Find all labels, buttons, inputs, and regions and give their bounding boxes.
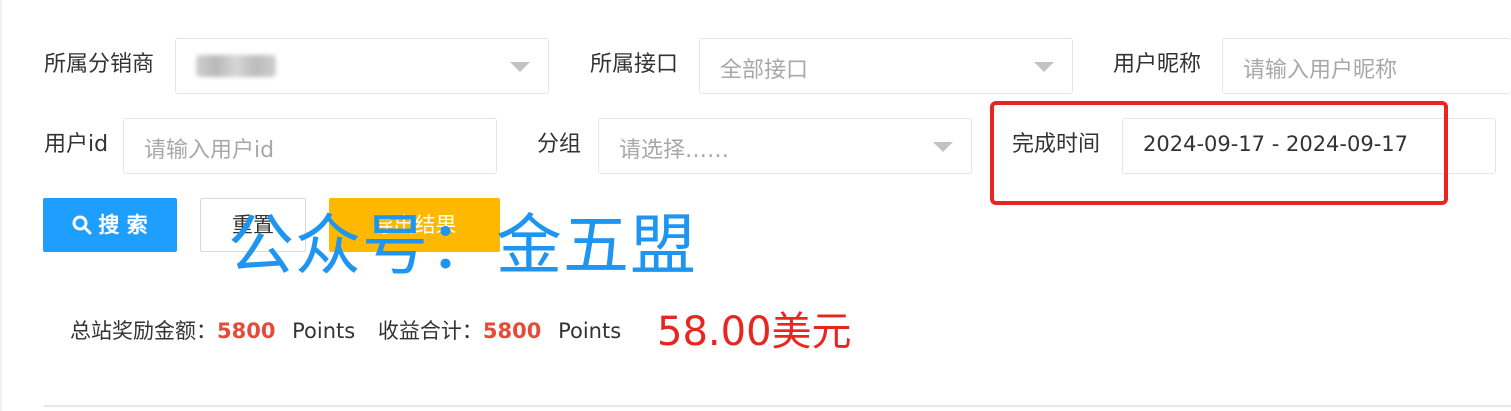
income-value: 5800 xyxy=(482,319,542,343)
nickname-placeholder: 请输入用户昵称 xyxy=(1243,58,1398,83)
highlight-box xyxy=(990,101,1448,205)
chevron-down-icon xyxy=(510,62,530,72)
total-reward-unit: Points xyxy=(292,319,356,343)
chevron-down-icon xyxy=(1034,62,1054,72)
interface-label: 所属接口 xyxy=(590,52,679,77)
distributor-select[interactable] xyxy=(175,38,549,94)
nickname-input[interactable]: 请输入用户昵称 xyxy=(1222,38,1511,94)
income-unit: Points xyxy=(558,319,622,343)
group-select[interactable]: 请选择…… xyxy=(598,118,972,174)
usd-amount: 58.00美元 xyxy=(657,309,852,355)
stats-summary: 总站奖励金额：5800 Points 收益合计：5800 Points xyxy=(70,316,621,346)
search-button[interactable]: 搜 索 xyxy=(43,198,177,252)
search-button-label: 搜 索 xyxy=(98,213,148,237)
userid-input[interactable]: 请输入用户id xyxy=(123,118,497,174)
interface-select[interactable]: 全部接口 xyxy=(699,38,1073,94)
distributor-label: 所属分销商 xyxy=(44,52,155,77)
userid-placeholder: 请输入用户id xyxy=(144,138,275,163)
chevron-down-icon xyxy=(933,142,953,152)
income-label: 收益合计： xyxy=(377,319,483,343)
page-left-border xyxy=(0,0,2,411)
interface-select-value: 全部接口 xyxy=(720,58,809,83)
total-reward-label: 总站奖励金额： xyxy=(70,319,217,343)
group-label: 分组 xyxy=(537,132,582,157)
nickname-label: 用户昵称 xyxy=(1113,52,1202,77)
userid-label: 用户id xyxy=(44,132,109,157)
watermark-text: 公众号：金五盟 xyxy=(228,207,697,284)
group-placeholder: 请选择…… xyxy=(619,138,730,163)
total-reward-value: 5800 xyxy=(217,319,276,343)
section-divider xyxy=(44,405,1511,407)
redacted-distributor-value xyxy=(196,55,276,77)
search-icon xyxy=(72,215,92,235)
